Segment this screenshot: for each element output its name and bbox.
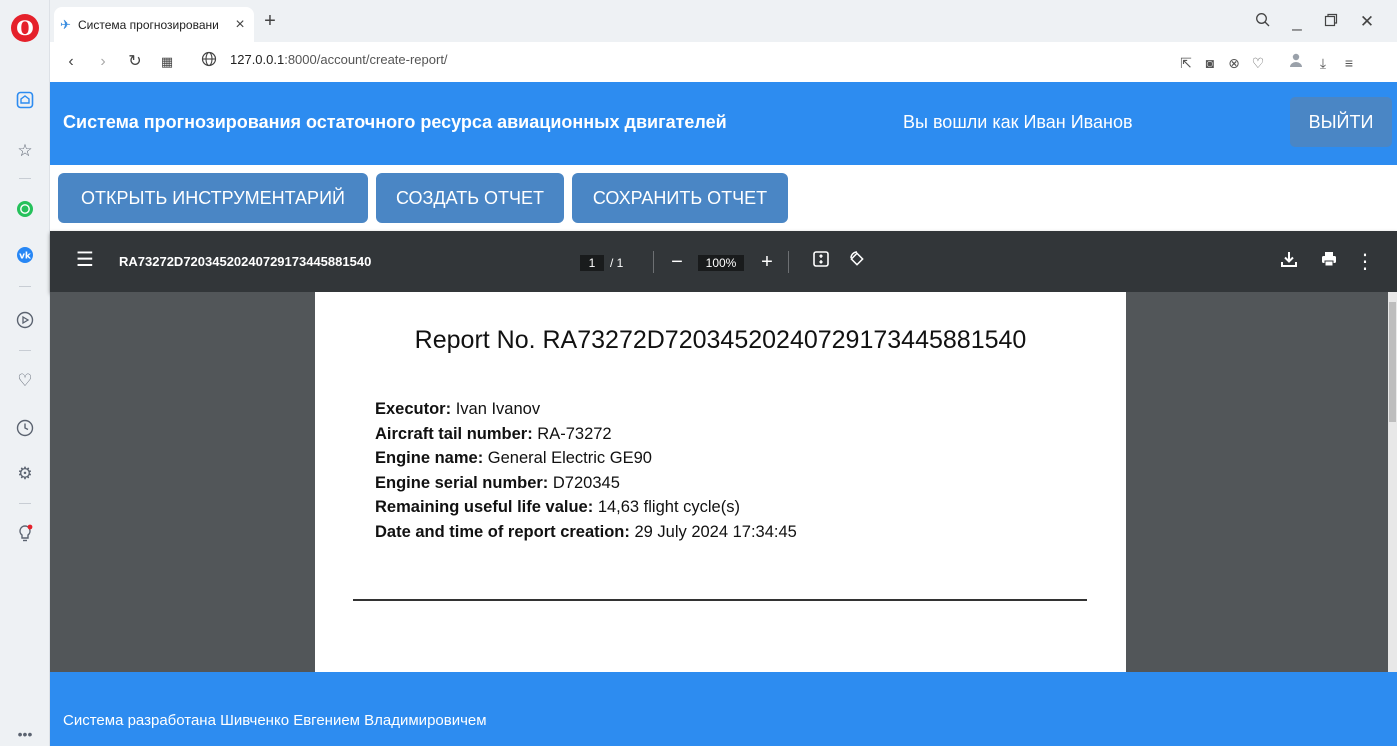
whatsapp-icon[interactable]	[13, 197, 37, 221]
minimize-button[interactable]: _	[1282, 12, 1312, 34]
report-field-row: Engine serial number: D720345	[375, 471, 797, 496]
address-bar[interactable]: 127.0.0.1:8000/account/create-report/	[230, 52, 448, 67]
sidebar-divider	[19, 286, 31, 287]
pdf-page: Report No. RA73272D720345202407291734458…	[315, 292, 1126, 672]
browser-sidebar: O ☆ vk ♡ ⚙ •••	[0, 0, 50, 746]
site-info-icon[interactable]	[198, 51, 220, 73]
sidebar-divider	[19, 350, 31, 351]
field-label: Aircraft tail number:	[375, 424, 533, 443]
url-path: :8000/account/create-report/	[284, 52, 448, 67]
snapshot-icon[interactable]: ◙	[1199, 52, 1221, 74]
close-window-button[interactable]: ✕	[1352, 12, 1382, 34]
field-label: Engine name:	[375, 449, 484, 467]
pdf-menu-icon[interactable]: ☰	[76, 249, 96, 271]
tab-bar: ✈ Система прогнозировани × + _ ✕	[50, 0, 1397, 42]
report-divider	[353, 599, 1087, 601]
pdf-scrollbar[interactable]	[1388, 292, 1397, 672]
vk-icon[interactable]: vk	[13, 243, 37, 267]
lightbulb-icon[interactable]	[13, 521, 37, 545]
field-value: General Electric GE90	[487, 449, 652, 467]
more-icon[interactable]: •••	[13, 722, 37, 746]
airplane-favicon-icon: ✈	[60, 16, 71, 32]
scrollbar-thumb[interactable]	[1389, 302, 1396, 422]
heart-icon[interactable]: ♡	[1247, 52, 1269, 74]
field-label: Date and time of report creation:	[375, 522, 630, 541]
report-fields: Executor: Ivan Ivanov Aircraft tail numb…	[375, 397, 797, 544]
pdf-toolbar: ☰ RA73272D72034520240729173445881540 1 /…	[50, 231, 1397, 292]
footer-text: Система разработана Шивченко Евгением Вл…	[63, 712, 487, 729]
open-tools-button[interactable]: ОТКРЫТЬ ИНСТРУМЕНТАРИЙ	[58, 173, 368, 223]
report-field-row: Aircraft tail number: RA-73272	[375, 422, 797, 447]
tab-active[interactable]: ✈ Система прогнозировани ×	[54, 7, 254, 42]
app-header: Система прогнозирования остаточного ресу…	[50, 82, 1397, 165]
report-field-row: Date and time of report creation: 29 Jul…	[375, 520, 797, 545]
new-tab-button[interactable]: +	[258, 10, 282, 34]
zoom-out-button[interactable]: −	[666, 250, 688, 274]
report-field-row: Executor: Ivan Ivanov	[375, 397, 797, 422]
heart-icon[interactable]: ♡	[13, 369, 37, 393]
field-value: 29 July 2024 17:34:45	[634, 522, 797, 541]
sidebar-divider	[19, 178, 31, 179]
zoom-in-button[interactable]: +	[756, 250, 778, 274]
zoom-input[interactable]: 100%	[698, 255, 744, 271]
field-label: Executor:	[375, 400, 452, 418]
field-value: 14,63 flight cycle(s)	[597, 498, 740, 516]
print-icon[interactable]	[1318, 250, 1340, 274]
create-report-button[interactable]: СОЗДАТЬ ОТЧЕТ	[376, 173, 564, 223]
logout-button[interactable]: ВЫЙТИ	[1290, 97, 1392, 147]
field-label: Remaining useful life value:	[375, 498, 594, 516]
bookmarks-icon[interactable]: ☆	[13, 139, 37, 163]
app-footer: Система разработана Шивченко Евгением Вл…	[50, 672, 1397, 746]
speed-dial-icon[interactable]: ▦	[156, 51, 178, 73]
report-field-row: Engine name: General Electric GE90	[375, 446, 797, 471]
toolbar-divider	[788, 251, 789, 273]
pdf-content-area[interactable]: Report No. RA73272D720345202407291734458…	[50, 292, 1397, 672]
field-value: Ivan Ivanov	[455, 400, 541, 418]
fit-page-icon[interactable]	[810, 250, 832, 274]
rotate-icon[interactable]	[846, 250, 868, 274]
profile-icon[interactable]	[1285, 52, 1307, 74]
app-title: Система прогнозирования остаточного ресу…	[63, 112, 727, 132]
share-icon[interactable]: ⇱	[1175, 52, 1197, 74]
toolbar-divider	[653, 251, 654, 273]
field-label: Engine serial number:	[375, 473, 549, 492]
svg-text:vk: vk	[19, 252, 32, 262]
back-button[interactable]: ‹	[60, 51, 82, 73]
restore-button[interactable]	[1316, 12, 1346, 34]
pdf-file-name: RA73272D72034520240729173445881540	[119, 254, 372, 269]
search-tabs-icon[interactable]	[1248, 12, 1278, 34]
address-toolbar: ‹ › ↻ ▦ 127.0.0.1:8000/account/create-re…	[50, 42, 1397, 82]
url-host: 127.0.0.1	[230, 52, 285, 67]
report-title: Report No. RA73272D720345202407291734458…	[414, 326, 1027, 354]
sidebar-divider	[19, 503, 31, 504]
opera-logo-icon[interactable]: O	[11, 14, 39, 42]
home-icon[interactable]	[13, 88, 37, 112]
forward-button[interactable]: ›	[92, 51, 114, 73]
settings-icon[interactable]: ⚙	[13, 462, 37, 486]
adblock-icon[interactable]: ⊗	[1223, 52, 1245, 74]
downloads-icon[interactable]: ⤓	[1312, 52, 1334, 74]
history-icon[interactable]	[13, 416, 37, 440]
easy-setup-icon[interactable]: ≡	[1338, 52, 1360, 74]
reload-button[interactable]: ↻	[124, 51, 146, 73]
tab-title: Система прогнозировани	[78, 17, 219, 32]
save-report-button[interactable]: СОХРАНИТЬ ОТЧЕТ	[572, 173, 788, 223]
logged-in-user-label: Вы вошли как Иван Иванов	[903, 112, 1133, 132]
page-total: / 1	[610, 256, 624, 270]
page-number-input[interactable]: 1	[580, 255, 604, 271]
field-value: D720345	[552, 473, 620, 492]
more-options-icon[interactable]: ⋮	[1354, 250, 1376, 274]
report-field-row: Remaining useful life value: 14,63 fligh…	[375, 495, 797, 520]
download-icon[interactable]	[1278, 250, 1300, 274]
close-tab-icon[interactable]: ×	[232, 16, 248, 34]
player-icon[interactable]	[13, 308, 37, 332]
field-value: RA-73272	[537, 424, 612, 443]
